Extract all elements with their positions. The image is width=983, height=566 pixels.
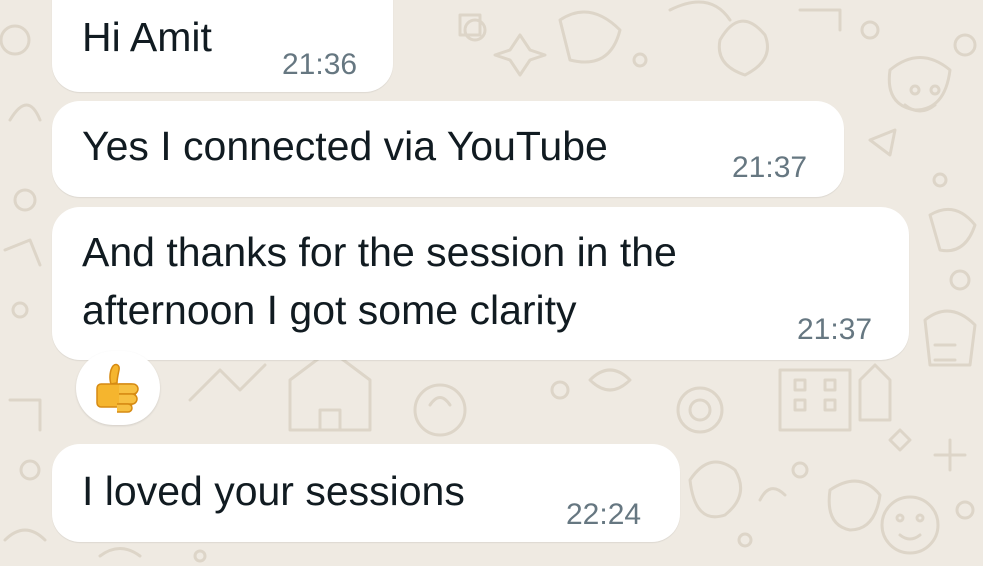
message-text: afternoon I got some clarity [82, 287, 577, 333]
message-timestamp: 22:24 [566, 498, 642, 531]
message-bubble[interactable]: I loved your sessions 22:24 [52, 444, 680, 542]
message-bubble[interactable]: Yes I connected via YouTube 21:37 [52, 101, 844, 197]
message-text: Hi Amit [82, 14, 212, 60]
message-timestamp: 21:37 [797, 313, 873, 346]
message-bubble[interactable]: Hi Amit 21:36 [52, 0, 393, 92]
message-text: Yes I connected via YouTube [82, 123, 608, 169]
message-timestamp: 21:37 [732, 151, 808, 184]
message-text: I loved your sessions [82, 468, 465, 514]
message-bubble[interactable]: And thanks for the session in the aftern… [52, 207, 909, 360]
thumbs-up-icon [96, 363, 139, 413]
message-text: And thanks for the session in the [82, 229, 677, 275]
message-timestamp: 21:36 [282, 48, 358, 81]
message-reaction[interactable] [76, 351, 160, 425]
